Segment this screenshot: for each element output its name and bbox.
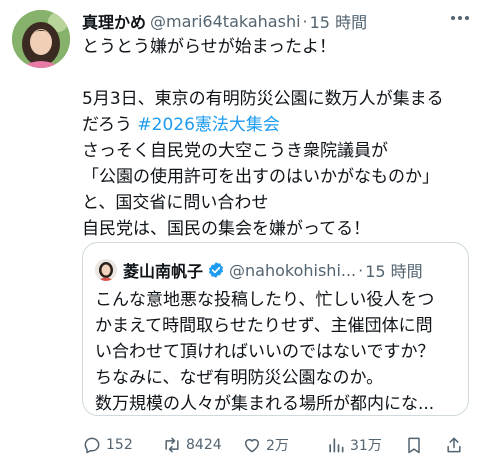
author-name[interactable]: 真理かめ — [82, 9, 146, 33]
quoted-tweet[interactable]: 菱山南帆子 @nahokohishi... · 15 時間 こんな意地悪な投稿し… — [82, 242, 469, 416]
quoted-line: こんな意地悪な投稿したり、忙しい役人をつ — [95, 290, 435, 310]
quoted-author-handle: @nahokohishi... — [229, 260, 357, 280]
like-button[interactable]: 2万 — [242, 435, 289, 455]
quoted-author-avatar — [95, 259, 117, 281]
quoted-tweet-header: 菱山南帆子 @nahokohishi... · 15 時間 — [123, 257, 458, 283]
quoted-header-separator: · — [358, 260, 364, 280]
quoted-author-name: 菱山南帆子 — [123, 262, 204, 281]
tweet-line: と、国交省に問い合わせ — [82, 193, 269, 213]
retweet-count: 8424 — [186, 437, 222, 453]
tweet-line: とうとう嫌がらせが始まったよ！ — [82, 37, 336, 57]
verified-badge-icon — [208, 262, 224, 278]
more-options-icon[interactable] — [448, 6, 472, 30]
header-separator: · — [302, 11, 308, 31]
hashtag-link[interactable]: #2026憲法大集会 — [137, 115, 280, 135]
tweet-line-prefix: だろう — [82, 115, 138, 135]
quoted-line: 数万規模の人々が集まれる場所が都内にな... — [95, 394, 435, 414]
tweet-line: 5月3日、東京の有明防災公園に数万人が集まる — [82, 89, 444, 109]
bookmark-icon — [408, 437, 420, 454]
quoted-line: ちなみに、なぜ有明防災公園なのか。 — [95, 368, 384, 388]
tweet-line-gap — [82, 60, 472, 86]
like-count: 2万 — [266, 438, 289, 454]
tweet-actions: 152 8424 2万 31万 — [82, 432, 472, 458]
bookmark-button[interactable] — [404, 435, 428, 455]
quoted-line: い合わせて頂ければいいのではないですか？ — [95, 342, 435, 362]
views-count: 31万 — [350, 438, 382, 454]
share-icon — [447, 437, 461, 453]
heart-icon — [245, 439, 259, 453]
views-icon — [329, 438, 344, 453]
tweet-header: 真理かめ @mari64takahashi · 15 時間 — [82, 9, 468, 33]
tweet-line: 「公園の使用許可を出すのはいかがなものか」 — [82, 167, 439, 187]
share-button[interactable] — [444, 435, 468, 455]
reply-count: 152 — [106, 437, 133, 453]
tweet-time[interactable]: 15 時間 — [310, 9, 367, 33]
retweet-button[interactable]: 8424 — [162, 435, 222, 455]
views-button[interactable]: 31万 — [326, 435, 382, 455]
reply-button[interactable]: 152 — [82, 435, 133, 455]
author-handle[interactable]: @mari64takahashi — [150, 12, 301, 31]
tweet-line: 自民党は、国民の集会を嫌がってる！ — [82, 219, 371, 239]
quoted-tweet-text: こんな意地悪な投稿したり、忙しい役人をつ かまえて時間取らせたりせず、主催団体に… — [95, 287, 463, 417]
tweet-text: とうとう嫌がらせが始まったよ！ 5月3日、東京の有明防災公園に数万人が集まる だ… — [82, 34, 472, 242]
quoted-tweet-time: 15 時間 — [365, 262, 423, 281]
retweet-icon — [165, 437, 179, 453]
quoted-line: かまえて時間取らせたりせず、主催団体に問 — [95, 316, 433, 336]
author-avatar[interactable] — [12, 10, 70, 68]
tweet-line-with-hashtag: だろう #2026憲法大集会 — [82, 112, 472, 138]
tweet-line: さっそく自民党の大空こうき衆院議員が — [82, 141, 388, 161]
reply-icon — [84, 437, 100, 454]
